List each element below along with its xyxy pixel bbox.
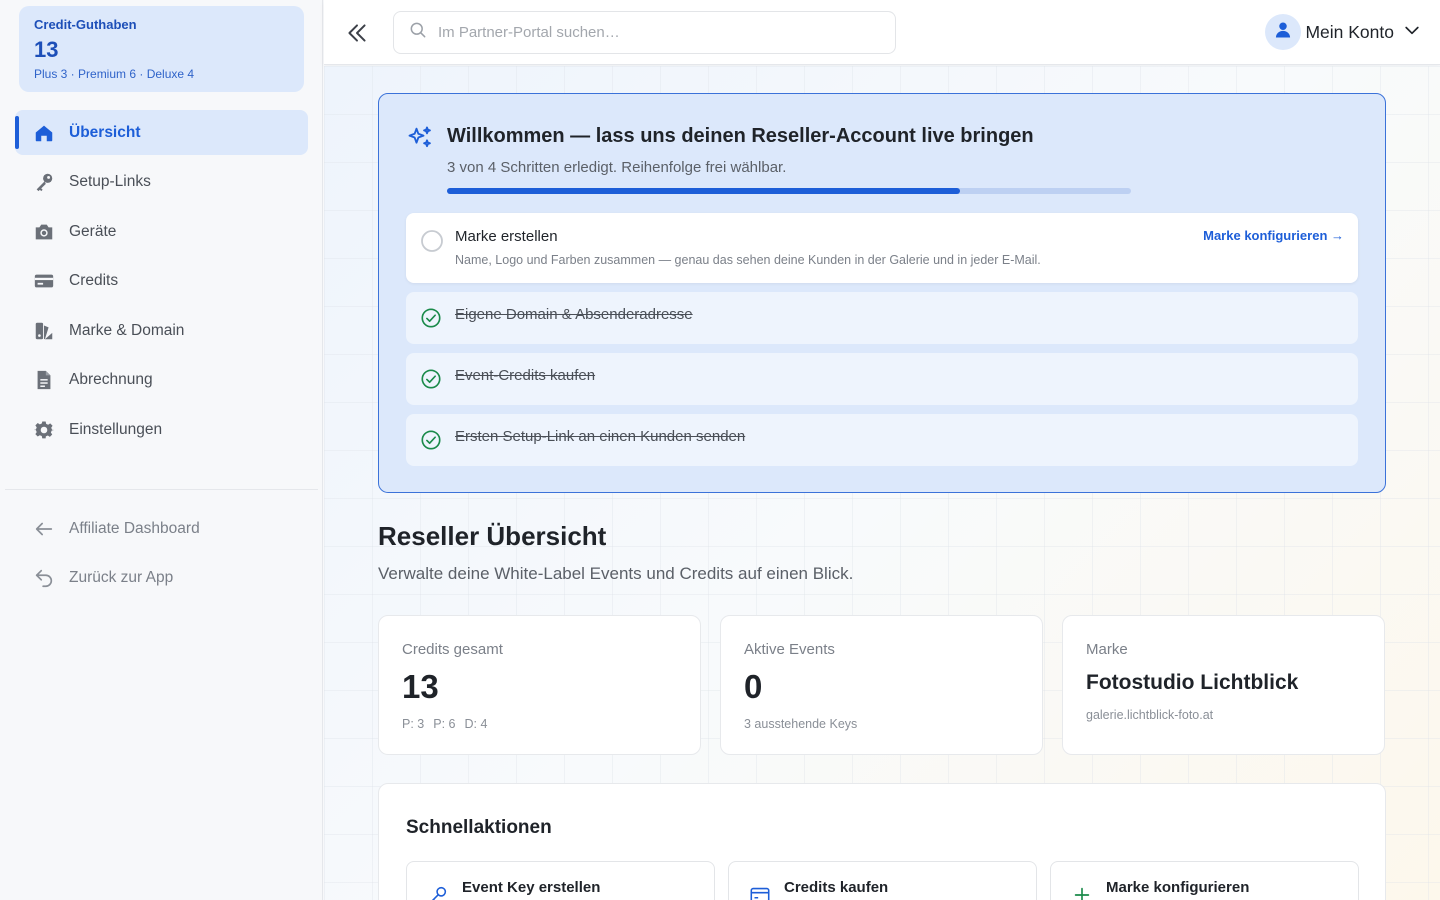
check-circle-icon	[420, 307, 442, 334]
sidebar-item-abrechnung[interactable]: Abrechnung	[15, 358, 308, 403]
stat-card-events: Aktive Events 0 3 ausstehende Keys	[720, 615, 1043, 755]
stat-card-brand: Marke Fotostudio Lichtblick galerie.lich…	[1062, 615, 1385, 755]
empty-circle-icon	[420, 229, 444, 258]
sidebar-item-credits[interactable]: Credits	[15, 259, 308, 304]
undo-icon	[33, 567, 55, 589]
gear-icon	[33, 419, 55, 441]
sidebar-item-zurueck-zur-app[interactable]: Zurück zur App	[15, 556, 308, 601]
user-icon	[1273, 20, 1293, 45]
marke-konfigurieren-button[interactable]: Marke konfigurieren	[1050, 861, 1359, 900]
sidebar-item-label: Setup-Links	[69, 173, 151, 190]
sidebar-item-label: Übersicht	[69, 123, 141, 141]
check-circle-icon	[420, 368, 442, 395]
credit-balance-breakdown: Plus 3 · Premium 6 · Deluxe 4	[34, 67, 195, 81]
brand-icon	[33, 320, 55, 342]
key-icon	[427, 884, 449, 900]
sidebar-item-marke-domain[interactable]: Marke & Domain	[15, 308, 308, 353]
credit-card-icon	[33, 270, 55, 292]
onboarding-card: Willkommen — lass uns deinen Reseller-Ac…	[378, 93, 1386, 493]
credits-premium: P: 6	[433, 717, 456, 731]
marke-konfigurieren-link[interactable]: Marke konfigurieren →	[1203, 228, 1344, 243]
quick-action-label: Event Key erstellen	[462, 879, 601, 896]
step-title: Eigene Domain & Absenderadresse	[455, 306, 693, 323]
stat-label: Aktive Events	[744, 641, 835, 658]
credit-balance-title: Credit-Guthaben	[34, 17, 137, 32]
search-input[interactable]	[438, 24, 878, 41]
sparkles-icon	[406, 124, 434, 157]
sidebar-item-label: Einstellungen	[69, 420, 163, 438]
stat-breakdown: P: 3 P: 6 D: 4	[402, 717, 496, 731]
credit-balance-card[interactable]: Credit-Guthaben 13 Plus 3 · Premium 6 · …	[19, 6, 304, 92]
sidebar-item-label: Geräte	[69, 222, 117, 240]
double-chevron-left-icon	[344, 24, 370, 50]
sidebar-item-label: Affiliate Dashboard	[69, 519, 200, 537]
chevron-down-icon	[1402, 20, 1422, 45]
step-title: Event-Credits kaufen	[455, 367, 596, 384]
sidebar-item-label: Credits	[69, 272, 119, 289]
sidebar-item-einstellungen[interactable]: Einstellungen	[15, 407, 308, 452]
stat-label: Marke	[1086, 641, 1128, 658]
collapse-sidebar-button[interactable]	[344, 20, 370, 46]
credit-card-icon	[749, 884, 771, 900]
quick-action-label: Credits kaufen	[784, 879, 889, 896]
topbar: Mein Konto	[324, 0, 1440, 65]
document-icon	[33, 369, 55, 391]
step-description: Name, Logo und Farben zusammen — genau d…	[455, 253, 1041, 267]
search-bar[interactable]	[393, 11, 896, 54]
onboarding-step-marke-erstellen[interactable]: Marke erstellen Name, Logo und Farben zu…	[406, 213, 1358, 283]
sidebar-item-label: Zurück zur App	[69, 569, 174, 586]
check-circle-icon	[420, 429, 442, 456]
credits-plus: P: 3	[402, 717, 425, 731]
stat-foot: 3 ausstehende Keys	[744, 717, 858, 731]
onboarding-step-setup-link[interactable]: Ersten Setup-Link an einen Kunden senden	[406, 414, 1358, 466]
plus-icon	[1071, 884, 1093, 900]
sidebar-nav: Übersicht Setup-Links Geräte Credits Mar…	[15, 110, 308, 457]
quick-action-label: Marke konfigurieren	[1106, 879, 1250, 896]
key-icon	[33, 171, 55, 193]
step-title: Ersten Setup-Link an einen Kunden senden	[455, 428, 746, 445]
sidebar-item-label: Abrechnung	[69, 371, 153, 388]
camera-icon	[33, 221, 55, 243]
stat-value: 13	[402, 668, 439, 705]
avatar	[1265, 14, 1302, 50]
credits-deluxe: D: 4	[464, 717, 488, 731]
event-key-erstellen-button[interactable]: Event Key erstellen	[406, 861, 715, 900]
credits-kaufen-button[interactable]: Credits kaufen	[728, 861, 1037, 900]
onboarding-step-eigene-domain[interactable]: Eigene Domain & Absenderadresse	[406, 292, 1358, 344]
sidebar-item-setup-links[interactable]: Setup-Links	[15, 160, 308, 205]
account-label: Mein Konto	[1305, 21, 1394, 42]
quick-actions-card: Schnellaktionen Event Key erstellen Cred…	[378, 783, 1386, 900]
page-subtitle: Verwalte deine White-Label Events und Cr…	[378, 564, 854, 583]
page-title: Reseller Übersicht	[378, 521, 607, 551]
sidebar-secondary-nav: Affiliate Dashboard Zurück zur App	[15, 506, 308, 605]
search-icon	[408, 20, 428, 45]
onboarding-subtitle: 3 von 4 Schritten erledigt. Reihenfolge …	[447, 159, 787, 176]
account-menu[interactable]: Mein Konto	[1265, 14, 1422, 50]
step-title: Marke erstellen	[455, 228, 558, 245]
brand-name: Fotostudio Lichtblick	[1086, 671, 1299, 694]
onboarding-progress-bar	[447, 188, 1131, 194]
sidebar-item-geraete[interactable]: Geräte	[15, 209, 308, 254]
credit-balance-value: 13	[34, 37, 59, 62]
quick-actions-title: Schnellaktionen	[406, 817, 552, 838]
home-icon	[33, 122, 55, 144]
sidebar-item-label: Marke & Domain	[69, 321, 185, 339]
stat-value: 0	[744, 668, 763, 705]
arrow-left-icon	[33, 518, 55, 540]
onboarding-title: Willkommen — lass uns deinen Reseller-Ac…	[447, 125, 1034, 147]
onboarding-step-event-credits[interactable]: Event-Credits kaufen	[406, 353, 1358, 405]
sidebar-item-uebersicht[interactable]: Übersicht	[15, 110, 308, 155]
main-content: Willkommen — lass uns deinen Reseller-Ac…	[324, 66, 1440, 900]
stat-card-credits: Credits gesamt 13 P: 3 P: 6 D: 4	[378, 615, 701, 755]
brand-domain: galerie.lichtblick-foto.at	[1086, 708, 1214, 722]
stat-label: Credits gesamt	[402, 641, 503, 658]
sidebar: Credit-Guthaben 13 Plus 3 · Premium 6 · …	[0, 0, 323, 900]
onboarding-progress-fill	[447, 188, 960, 194]
sidebar-divider	[5, 489, 318, 490]
sidebar-item-affiliate-dashboard[interactable]: Affiliate Dashboard	[15, 506, 308, 551]
